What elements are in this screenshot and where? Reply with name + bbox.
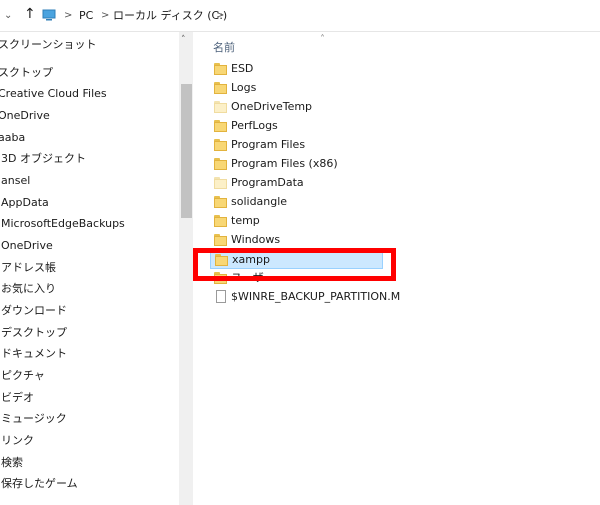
nav-item[interactable]: ドキュメント (1, 343, 67, 364)
breadcrumb-separator-icon[interactable]: > (216, 9, 224, 23)
breadcrumb-separator-icon[interactable]: > (64, 9, 72, 23)
file-row[interactable]: Logs (210, 79, 383, 98)
folder-icon (214, 120, 227, 132)
nav-item[interactable]: 3D オブジェクト (1, 148, 86, 169)
nav-item[interactable]: 保存したゲーム (1, 473, 78, 494)
file-row-label: Windows (231, 233, 281, 246)
folder-icon (214, 82, 227, 94)
file-row-label: solidangle (231, 195, 288, 208)
nav-item[interactable]: お気に入り (1, 278, 56, 299)
nav-item[interactable]: ビデオ (1, 387, 34, 408)
file-row-label: OneDriveTemp (231, 100, 313, 113)
nav-item[interactable]: ミュージック (1, 408, 67, 429)
file-row[interactable]: ProgramData (210, 174, 383, 193)
folder-icon (214, 139, 227, 151)
nav-item[interactable]: AppData (1, 192, 49, 213)
folder-icon (214, 215, 227, 227)
nav-item[interactable]: ピクチャ (1, 365, 45, 386)
file-row[interactable]: ESD (210, 60, 383, 79)
nav-item[interactable]: ダウンロード (1, 300, 67, 321)
file-row[interactable]: OneDriveTemp (210, 98, 383, 117)
file-row-label: Program Files (231, 138, 306, 151)
nav-item[interactable]: 検索 (1, 452, 23, 473)
nav-item[interactable]: OneDrive (0, 105, 50, 126)
folder-icon (214, 196, 227, 208)
file-row-label: $WINRE_BACKUP_PARTITION.M (231, 290, 401, 303)
nav-item[interactable]: MicrosoftEdgeBackups (1, 213, 125, 234)
file-row-label: ProgramData (231, 176, 304, 189)
up-arrow-icon[interactable]: ↑ (24, 7, 36, 21)
file-row[interactable]: Program Files (210, 136, 383, 155)
navigation-pane: スクリーンショット スクトップ Creative Cloud Files OneDri… (0, 32, 180, 505)
nav-item[interactable]: デスクトップ (1, 322, 67, 343)
folder-icon (214, 177, 227, 189)
nav-item[interactable]: スクトップ (0, 62, 53, 83)
breadcrumb-separator-icon[interactable]: > (101, 9, 109, 23)
nav-item[interactable]: リンク (1, 430, 34, 451)
folder-icon (214, 101, 227, 113)
file-row-label: temp (231, 214, 260, 227)
nav-item[interactable]: スクリーンショット (0, 34, 96, 55)
nav-item[interactable]: aaba (0, 127, 25, 148)
address-bar: ⌄ ↑ > PC > ローカル ディスク (C:) > (0, 0, 600, 32)
column-header-name[interactable]: 名前 (213, 39, 235, 55)
folder-icon (214, 234, 227, 246)
highlight-box (193, 248, 396, 281)
pc-icon (42, 9, 56, 25)
file-row-label: PerfLogs (231, 119, 278, 132)
sort-ascending-icon: ˄ (320, 34, 325, 45)
nav-item[interactable]: ansel (1, 170, 30, 191)
scroll-up-icon[interactable]: ˄ (181, 35, 186, 45)
nav-item[interactable]: OneDrive (1, 235, 53, 256)
file-row[interactable]: PerfLogs (210, 117, 383, 136)
file-row[interactable]: $WINRE_BACKUP_PARTITION.M (210, 288, 400, 307)
file-row-label: Logs (231, 81, 257, 94)
nav-item[interactable]: Creative Cloud Files (0, 83, 107, 104)
file-row-label: Program Files (x86) (231, 157, 338, 170)
breadcrumb-pc[interactable]: PC (79, 9, 93, 23)
file-row[interactable]: Program Files (x86) (210, 155, 383, 174)
nav-item[interactable]: アドレス帳 (1, 257, 56, 278)
file-row[interactable]: temp (210, 212, 383, 231)
file-row[interactable]: solidangle (210, 193, 383, 212)
nav-scrollbar-thumb[interactable] (181, 84, 192, 218)
folder-icon (214, 158, 227, 170)
file-icon (216, 290, 226, 303)
recent-locations-chevron-icon[interactable]: ⌄ (4, 9, 12, 23)
file-row-label: ESD (231, 62, 254, 75)
folder-icon (214, 63, 227, 75)
breadcrumb-local-disk[interactable]: ローカル ディスク (C:) (113, 9, 227, 23)
